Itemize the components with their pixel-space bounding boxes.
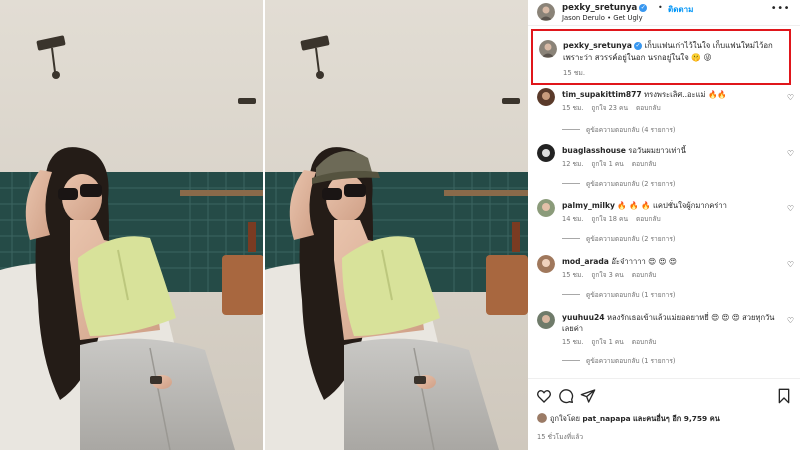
- more-options-icon[interactable]: •••: [771, 3, 790, 14]
- liked-by: ถูกใจโดย pat_napapa และคนอื่นๆ อีก 9,759…: [537, 413, 720, 425]
- comment-text: buaglasshouse รอวันผมยาวเท่านี้: [562, 146, 686, 155]
- comment-likes[interactable]: ถูกใจ 1 คน: [591, 160, 623, 168]
- heart-outline-icon[interactable]: [536, 388, 552, 404]
- author-username[interactable]: pexky_sretunya ✓: [562, 3, 648, 13]
- comment-meta: 15 ชม. ถูกใจ 3 คน ตอบกลับ: [562, 271, 657, 279]
- comment-likes[interactable]: ถูกใจ 1 คน: [591, 338, 623, 346]
- commenter-avatar[interactable]: [537, 144, 555, 162]
- follow-button[interactable]: ติดตาม: [668, 3, 693, 16]
- commenter-username[interactable]: buaglasshouse: [562, 146, 626, 155]
- comment-likes[interactable]: ถูกใจ 18 คน: [591, 215, 628, 223]
- view-replies[interactable]: ดูข้อความตอบกลับ (1 รายการ): [562, 289, 675, 300]
- comment-meta: 12 ชม. ถูกใจ 1 คน ตอบกลับ: [562, 160, 657, 168]
- post-header: pexky_sretunya ✓ • ติดตาม Jason Derulo • …: [528, 0, 800, 26]
- caption-time: 15 ชม.: [563, 69, 586, 77]
- view-replies[interactable]: ดูข้อความตอบกลับ (4 รายการ): [562, 124, 675, 135]
- posted-time: 15 ชั่วโมงที่แล้ว: [537, 433, 584, 441]
- reply-button[interactable]: ตอบกลับ: [636, 104, 661, 112]
- view-replies[interactable]: ดูข้อความตอบกลับ (2 รายการ): [562, 233, 675, 244]
- comment-item: buaglasshouse รอวันผมยาวเท่านี้ 12 ชม. ถู…: [528, 144, 800, 194]
- comment-item: palmy_milky 🔥 🔥 🔥 แคปชั่นใจผู้กมากคร่าา …: [528, 199, 800, 249]
- paper-plane-icon[interactable]: [580, 388, 596, 404]
- reply-button[interactable]: ตอบกลับ: [632, 338, 657, 346]
- commenter-username[interactable]: tim_supakittim877: [562, 90, 642, 99]
- small-heart-icon[interactable]: ♡: [787, 316, 794, 325]
- comment-text: palmy_milky 🔥 🔥 🔥 แคปชั่นใจผู้กมากคร่าา: [562, 201, 727, 210]
- speech-bubble-icon[interactable]: [558, 388, 574, 404]
- comment-text: mod_arada อ๊ะจ๋าาาาา 😍 😍 😍: [562, 257, 677, 266]
- view-replies[interactable]: ดูข้อความตอบกลับ (1 รายการ): [562, 355, 675, 366]
- commenter-username[interactable]: mod_arada: [562, 257, 609, 266]
- comment-meta: 14 ชม. ถูกใจ 18 คน ตอบกลับ: [562, 215, 661, 223]
- separator-dot: •: [658, 3, 663, 12]
- comment-item: yuuhuu24 หลงรักเธอเข้าแล้วแม่ยอดยาหยี่ 😍…: [528, 311, 800, 371]
- comment-item: tim_supakittim877 ทรงพระเลิศ..อะแม่ 🔥🔥 1…: [528, 88, 800, 138]
- reply-button[interactable]: ตอบกลับ: [632, 160, 657, 168]
- post-photo[interactable]: [0, 0, 528, 450]
- post-image: [0, 0, 528, 450]
- small-heart-icon[interactable]: ♡: [787, 204, 794, 213]
- comment-text: tim_supakittim877 ทรงพระเลิศ..อะแม่ 🔥🔥: [562, 90, 727, 99]
- comment-meta: 15 ชม. ถูกใจ 23 คน ตอบกลับ: [562, 104, 661, 112]
- caption-text: pexky_sretunya ✓ เก็บแฟนเก่าไว้ในใจ เก็บแ…: [563, 40, 785, 64]
- small-heart-icon[interactable]: ♡: [787, 149, 794, 158]
- comment-item: mod_arada อ๊ะจ๋าาาาา 😍 😍 😍 15 ชม. ถูกใจ 3…: [528, 255, 800, 305]
- liker-username[interactable]: pat_napapa: [582, 414, 630, 423]
- commenter-username[interactable]: palmy_milky: [562, 201, 615, 210]
- caption-author-avatar[interactable]: [539, 40, 557, 58]
- small-heart-icon[interactable]: ♡: [787, 260, 794, 269]
- commenter-username[interactable]: yuuhuu24: [562, 313, 605, 322]
- reply-button[interactable]: ตอบกลับ: [632, 271, 657, 279]
- commenter-avatar[interactable]: [537, 255, 555, 273]
- comment-meta: 15 ชม. ถูกใจ 1 คน ตอบกลับ: [562, 338, 657, 346]
- comment-likes[interactable]: ถูกใจ 23 คน: [591, 104, 628, 112]
- view-replies[interactable]: ดูข้อความตอบกลับ (2 รายการ): [562, 178, 675, 189]
- caption-username[interactable]: pexky_sretunya: [563, 41, 632, 50]
- bookmark-icon[interactable]: [776, 388, 792, 404]
- likes-count[interactable]: และคนอื่นๆ อีก 9,759 คน: [633, 414, 720, 423]
- commenter-avatar[interactable]: [537, 199, 555, 217]
- post-caption-highlight: pexky_sretunya ✓ เก็บแฟนเก่าไว้ในใจ เก็บแ…: [531, 29, 791, 85]
- comment-text: yuuhuu24 หลงรักเธอเข้าแล้วแม่ยอดยาหยี่ 😍…: [562, 313, 775, 333]
- author-avatar[interactable]: [537, 3, 555, 21]
- commenter-avatar[interactable]: [537, 88, 555, 106]
- liker-avatar: [537, 413, 547, 423]
- verified-badge-icon: ✓: [639, 4, 648, 12]
- post-sidebar: pexky_sretunya ✓ • ติดตาม Jason Derulo • …: [528, 0, 800, 450]
- audio-track[interactable]: Jason Derulo • Get Ugly: [562, 14, 643, 22]
- post-actions: ถูกใจโดย pat_napapa และคนอื่นๆ อีก 9,759…: [528, 378, 800, 450]
- reply-button[interactable]: ตอบกลับ: [636, 215, 661, 223]
- commenter-avatar[interactable]: [537, 311, 555, 329]
- caption-verified-badge-icon: ✓: [634, 42, 643, 50]
- small-heart-icon[interactable]: ♡: [787, 93, 794, 102]
- comment-likes[interactable]: ถูกใจ 3 คน: [591, 271, 623, 279]
